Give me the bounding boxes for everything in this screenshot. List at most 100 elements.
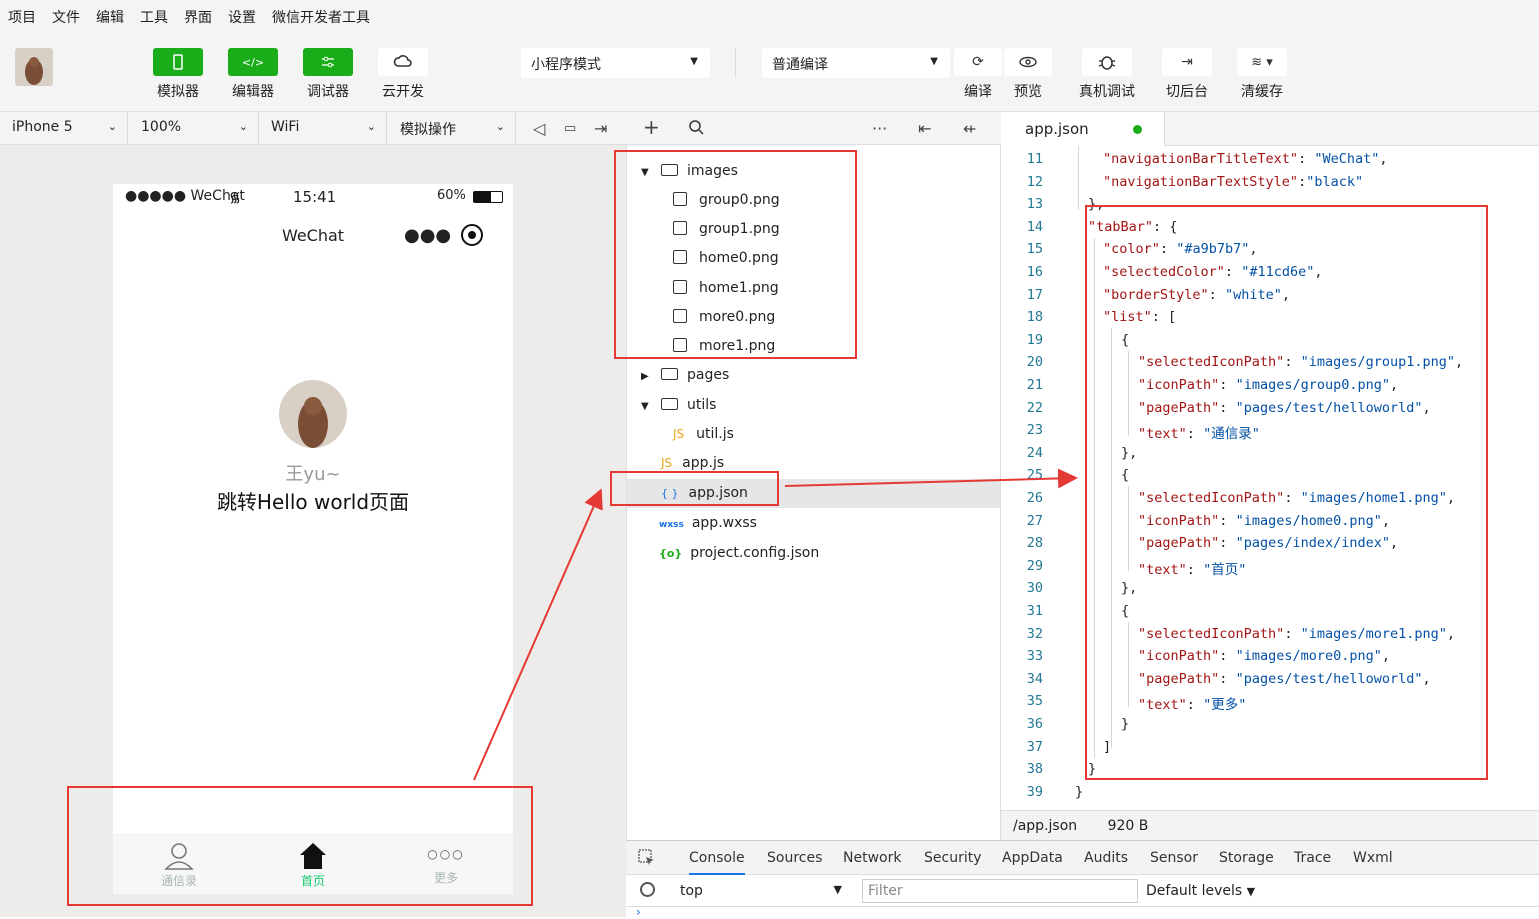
devtools-tab-audits[interactable]: Audits	[1084, 850, 1128, 866]
rotate-icon[interactable]: ▭	[564, 121, 576, 136]
line-number: 15	[1026, 241, 1043, 258]
context-select[interactable]: top ▼	[680, 883, 850, 899]
config-file-icon: {o}	[659, 547, 683, 560]
search-icon[interactable]	[688, 119, 704, 139]
tree-item-label: app.wxss	[691, 515, 757, 531]
time-label: 15:41	[293, 188, 337, 206]
simulator-label: 模拟器	[157, 84, 199, 100]
tree-file-app-wxss[interactable]: wxss app.wxss	[627, 509, 1000, 538]
detach-icon[interactable]: ⇥	[594, 119, 607, 138]
tree-folder-pages[interactable]: ▶ pages	[627, 361, 1000, 390]
log-levels-select[interactable]: Default levels ▼	[1146, 883, 1255, 899]
volume-icon[interactable]: ◁	[533, 119, 545, 138]
phone-icon	[173, 54, 183, 70]
sim-operation-value: 模拟操作	[400, 122, 456, 138]
menu-item-6[interactable]: 微信开发者工具	[272, 7, 370, 27]
background-label: 切后台	[1166, 84, 1208, 100]
file-size: 920 B	[1107, 818, 1149, 834]
editor-tab-strip: app.json	[1001, 112, 1539, 146]
devtools-tab-sensor[interactable]: Sensor	[1150, 850, 1198, 866]
capsule-close-icon[interactable]	[461, 224, 483, 246]
inspect-element-icon[interactable]	[638, 849, 656, 871]
background-button[interactable]: ⇥ 切后台	[1157, 48, 1217, 101]
console-filter-bar: top ▼ Filter Default levels ▼	[626, 875, 1539, 907]
menu-item-3[interactable]: 工具	[140, 7, 168, 27]
clear-cache-button[interactable]: ≋ ▾ 清缓存	[1232, 48, 1292, 101]
editor-tab-app-json[interactable]: app.json	[1001, 112, 1165, 146]
compile-select[interactable]: 普通编译 ▼	[762, 48, 950, 78]
devtools-tab-sources[interactable]: Sources	[767, 850, 822, 866]
line-number: 11	[1026, 151, 1043, 167]
filter-placeholder: Filter	[868, 883, 903, 899]
device-value: iPhone 5	[12, 119, 73, 135]
sim-operation-select[interactable]: 模拟操作 ⌄	[388, 112, 516, 145]
menu-item-1[interactable]: 文件	[52, 7, 80, 27]
preview-label: 预览	[1014, 84, 1042, 100]
tree-item-label: project.config.json	[690, 545, 820, 561]
devtools-tab-storage[interactable]: Storage	[1219, 850, 1274, 866]
cloud-dev-button[interactable]: 云开发	[373, 48, 433, 101]
line-number: 20	[1026, 354, 1043, 371]
remote-debug-label: 真机调试	[1079, 84, 1135, 100]
line-number: 24	[1026, 444, 1043, 461]
menu-bar: 项目 文件 编辑 工具 界面 设置 微信开发者工具	[0, 0, 1539, 34]
chevron-down-icon: ⌄	[107, 120, 117, 133]
menu-item-4[interactable]: 界面	[184, 7, 212, 27]
line-number: 37	[1026, 738, 1043, 755]
line-number: 36	[1026, 716, 1043, 732]
editor-toggle[interactable]: </> 编辑器	[223, 48, 283, 101]
caret-down-icon: ▼	[690, 56, 698, 67]
levels-value: Default levels	[1146, 883, 1243, 899]
tree-file-project-config[interactable]: {o} project.config.json	[627, 539, 1000, 568]
preview-button[interactable]: 预览	[998, 48, 1058, 101]
editor-tab-label: app.json	[1025, 120, 1089, 138]
line-number: 18	[1026, 309, 1043, 326]
menu-item-5[interactable]: 设置	[228, 7, 256, 27]
tree-folder-utils[interactable]: ▼ utils	[627, 391, 1000, 420]
line-number: 34	[1026, 670, 1043, 687]
code-line: }	[1075, 783, 1084, 800]
remote-debug-button[interactable]: 真机调试	[1074, 48, 1140, 101]
network-select[interactable]: WiFi ⌄	[259, 112, 387, 145]
more-icon[interactable]: ···	[872, 119, 887, 138]
mode-select[interactable]: 小程序模式 ▼	[521, 48, 710, 78]
phone-status-bar: ●●●●● WeChat ᯾ 15:41 60%	[125, 188, 503, 208]
tree-file-util-js[interactable]: JS util.js	[627, 420, 1000, 449]
line-number: 30	[1026, 580, 1043, 597]
tree-item-label: util.js	[696, 426, 734, 442]
layers-icon: ≋ ▾	[1237, 48, 1287, 76]
console-filter-input[interactable]: Filter	[862, 879, 1138, 903]
menu-item-0[interactable]: 项目	[8, 7, 36, 27]
line-number: 32	[1026, 625, 1043, 642]
devtools-tab-network[interactable]: Network	[843, 850, 901, 866]
clear-console-icon[interactable]	[640, 882, 655, 897]
menu-item-2[interactable]: 编辑	[96, 7, 124, 27]
split-icon[interactable]: ⇷	[963, 119, 976, 138]
line-number: 14	[1026, 218, 1043, 235]
devtools-tab-console[interactable]: Console	[689, 850, 745, 875]
devtools-tab-appdata[interactable]: AppData	[1002, 850, 1063, 866]
devtools-tab-trace[interactable]: Trace	[1294, 850, 1331, 866]
tree-item-label: utils	[687, 397, 717, 413]
user-avatar[interactable]	[15, 48, 53, 86]
line-number: 28	[1026, 535, 1043, 552]
profile-nickname: 王yu~	[285, 464, 341, 485]
profile-avatar	[279, 380, 347, 448]
hello-world-link[interactable]: 跳转Hello world页面	[113, 486, 513, 515]
devtools-tab-wxml[interactable]: Wxml	[1353, 850, 1393, 866]
editor-status-bar: /app.json 920 B	[1001, 810, 1539, 840]
zoom-select[interactable]: 100% ⌄	[129, 112, 259, 145]
simulator-toggle[interactable]: 模拟器	[148, 48, 208, 101]
capsule-more-icon[interactable]: ●●●	[404, 225, 451, 246]
annotation-box-tabbar	[67, 786, 533, 906]
device-select[interactable]: iPhone 5 ⌄	[0, 112, 128, 145]
debugger-toggle[interactable]: 调试器	[298, 48, 358, 101]
indent-guide	[1078, 146, 1079, 210]
devtools-tab-security[interactable]: Security	[924, 850, 982, 866]
collapse-icon[interactable]: ⇤	[918, 119, 931, 138]
line-number: 35	[1026, 693, 1043, 710]
switch-background-icon: ⇥	[1162, 48, 1212, 76]
add-file-icon[interactable]: +	[643, 115, 660, 139]
refresh-icon: ⟳	[954, 48, 1002, 76]
debugger-label: 调试器	[307, 84, 349, 100]
